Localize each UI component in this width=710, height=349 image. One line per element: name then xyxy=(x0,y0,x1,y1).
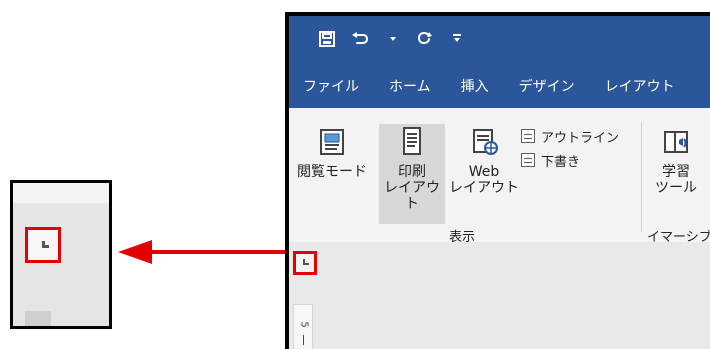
read-mode-button[interactable]: 閲覧モード xyxy=(289,124,375,180)
tab-insert[interactable]: 挿入 xyxy=(461,76,489,96)
tab-stop-icon xyxy=(303,259,309,265)
read-mode-icon xyxy=(320,129,344,155)
group-separator xyxy=(641,122,642,232)
view-options-stack: アウトライン 下書き xyxy=(521,124,631,172)
undo-icon[interactable] xyxy=(351,28,369,50)
document-area xyxy=(289,242,710,349)
web-layout-icon xyxy=(473,129,498,155)
word-window: ファイル ホーム 挿入 デザイン レイアウト 閲覧モード 印刷 レイアウト We… xyxy=(285,12,710,349)
vertical-ruler: 5 xyxy=(293,304,313,349)
print-layout-button[interactable]: 印刷 レイアウト xyxy=(379,124,445,224)
draft-icon xyxy=(521,153,535,167)
web-layout-button[interactable]: Web レイアウト xyxy=(449,124,519,196)
zoom-inset xyxy=(10,180,112,329)
learning-tools-button[interactable]: 学習 ツール xyxy=(647,124,705,196)
ribbon-content: 閲覧モード 印刷 レイアウト Web レイアウト アウトライン 下書き 表示 学… xyxy=(289,108,710,245)
tab-home[interactable]: ホーム xyxy=(389,76,431,96)
vertical-ruler-number: 5 xyxy=(298,321,310,328)
callout-arrow xyxy=(118,240,290,264)
dropdown-icon[interactable] xyxy=(385,28,401,50)
learning-tools-icon xyxy=(664,131,688,153)
inset-ruler-corner-highlight xyxy=(25,227,61,263)
draft-label: 下書き xyxy=(541,154,581,170)
redo-icon[interactable] xyxy=(417,28,433,50)
tab-file[interactable]: ファイル xyxy=(303,76,359,96)
connector-line xyxy=(0,0,40,40)
learning-tools-label-line2: ツール xyxy=(655,180,697,196)
save-icon[interactable] xyxy=(319,28,335,50)
tab-stop-icon xyxy=(42,241,49,248)
read-mode-label: 閲覧モード xyxy=(297,164,367,180)
screenshot-canvas: ファイル ホーム 挿入 デザイン レイアウト 閲覧モード 印刷 レイアウト We… xyxy=(0,0,710,349)
inset-vertical-ruler-strip xyxy=(25,311,51,326)
tab-row: ファイル ホーム 挿入 デザイン レイアウト xyxy=(289,71,710,101)
print-layout-icon xyxy=(403,127,421,155)
ruler-corner-highlight[interactable] xyxy=(293,251,317,275)
ribbon-tabs: ファイル ホーム 挿入 デザイン レイアウト xyxy=(289,61,710,108)
vertical-ruler-tick xyxy=(303,335,304,345)
title-bar xyxy=(289,16,710,61)
tab-layout[interactable]: レイアウト xyxy=(605,76,675,96)
web-layout-label-line2: レイアウト xyxy=(449,180,519,196)
learning-tools-label-line1: 学習 xyxy=(662,164,690,180)
quick-access-toolbar xyxy=(319,28,465,50)
outline-icon xyxy=(521,129,535,143)
draft-button[interactable]: 下書き xyxy=(521,148,631,172)
inset-ribbon-strip xyxy=(13,183,109,203)
ribbon: 閲覧モード 印刷 レイアウト Web レイアウト アウトライン 下書き 表示 学… xyxy=(289,108,710,245)
customize-icon[interactable] xyxy=(449,28,465,50)
outline-label: アウトライン xyxy=(541,130,620,146)
web-layout-label-line1: Web xyxy=(468,164,500,180)
outline-button[interactable]: アウトライン xyxy=(521,124,631,148)
print-layout-label-line2: レイアウト xyxy=(384,180,440,212)
print-layout-label-line1: 印刷 xyxy=(398,164,426,180)
tab-design[interactable]: デザイン xyxy=(519,76,575,96)
